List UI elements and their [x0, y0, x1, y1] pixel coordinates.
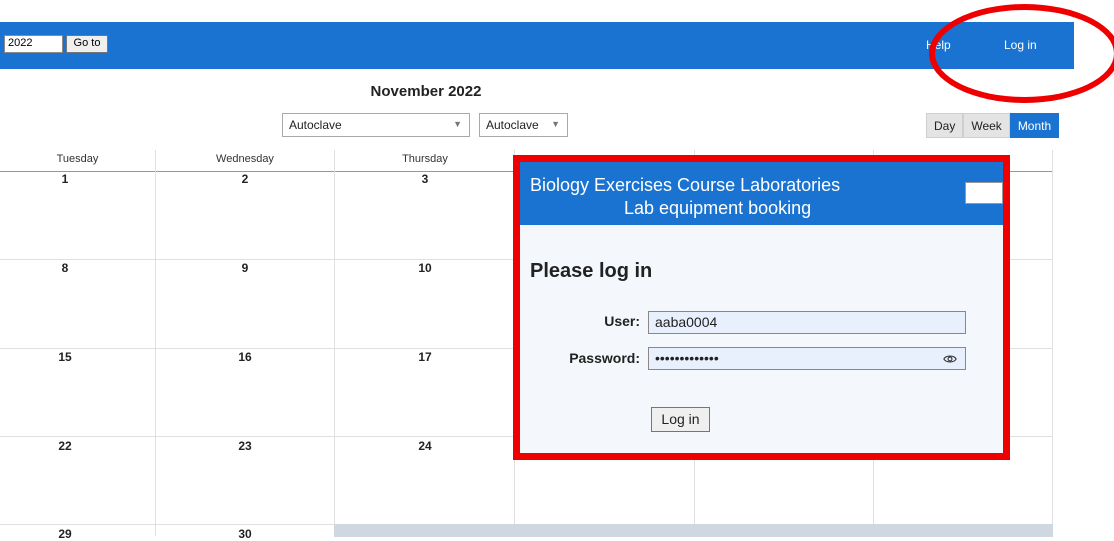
day-cell[interactable]: 2	[155, 172, 335, 186]
day-cell[interactable]: 8	[0, 261, 130, 275]
room-select-value: Autoclave	[289, 118, 342, 132]
day-cell[interactable]: 10	[335, 261, 515, 275]
day-cell[interactable]: 17	[335, 350, 515, 364]
day-cell[interactable]: 29	[0, 527, 130, 541]
password-label: Password:	[569, 350, 640, 366]
view-week-button[interactable]: Week	[963, 113, 1010, 138]
area-select[interactable]: Autoclave ▼	[479, 113, 568, 137]
area-select-value: Autoclave	[486, 118, 539, 132]
grid-divider	[155, 150, 156, 536]
out-of-month-band	[334, 524, 1053, 537]
view-switch: Day Week Month	[926, 113, 1060, 138]
day-cell[interactable]: 24	[335, 439, 515, 453]
grid-divider	[1052, 150, 1053, 536]
user-input[interactable]: aaba0004	[648, 311, 966, 334]
view-day-button[interactable]: Day	[926, 113, 964, 138]
header-search-input[interactable]	[965, 182, 1003, 204]
weekday-tuesday: Tuesday	[56, 153, 99, 165]
day-cell[interactable]: 1	[0, 172, 130, 186]
dialog-header: Biology Exercises Course Laboratories La…	[520, 162, 1003, 225]
date-year-input[interactable]: 2022	[4, 35, 63, 53]
grid-divider	[334, 150, 335, 536]
day-cell[interactable]: 16	[155, 350, 335, 364]
day-cell[interactable]: 3	[335, 172, 515, 186]
weekday-thursday: Thursday	[402, 153, 448, 165]
top-navigation-bar: 2022 Go to Help Log in	[0, 22, 1074, 69]
weekday-wednesday: Wednesday	[216, 153, 274, 165]
day-cell[interactable]: 22	[0, 439, 130, 453]
view-month-button[interactable]: Month	[1009, 113, 1060, 138]
dialog-title-line2: Lab equipment booking	[624, 198, 812, 218]
user-label: User:	[604, 313, 640, 329]
room-select[interactable]: Autoclave ▼	[282, 113, 470, 137]
eye-icon[interactable]	[943, 352, 957, 366]
password-value: •••••••••••••	[655, 350, 719, 366]
day-cell[interactable]: 30	[155, 527, 335, 541]
annotation-ellipse	[929, 4, 1114, 103]
day-cell[interactable]: 23	[155, 439, 335, 453]
day-cell[interactable]: 15	[0, 350, 130, 364]
goto-button[interactable]: Go to	[66, 35, 108, 53]
chevron-down-icon: ▼	[453, 119, 462, 129]
day-cell[interactable]: 9	[155, 261, 335, 275]
login-dialog: Biology Exercises Course Laboratories La…	[513, 155, 1010, 460]
login-heading: Please log in	[530, 260, 653, 282]
login-submit-button[interactable]: Log in	[651, 407, 710, 432]
dialog-title-line1: Biology Exercises Course Laboratories	[530, 175, 841, 195]
chevron-down-icon: ▼	[551, 119, 560, 129]
password-input[interactable]: •••••••••••••	[648, 347, 966, 370]
month-title: November 2022	[370, 83, 482, 100]
